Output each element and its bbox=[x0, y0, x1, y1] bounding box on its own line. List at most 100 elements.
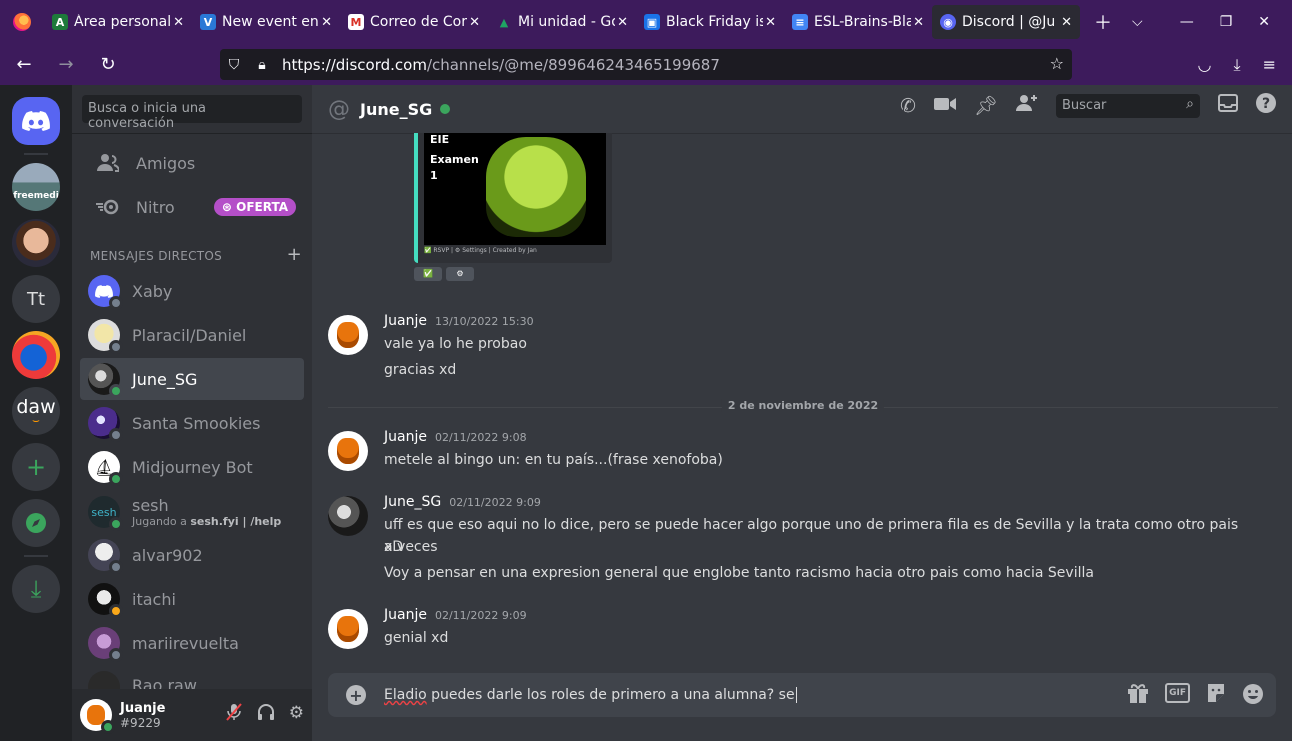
emoji-picker-icon[interactable] bbox=[1242, 683, 1264, 710]
dm-item[interactable]: sesh sesh Jugando a sesh.fyi | /help bbox=[80, 490, 304, 534]
avatar[interactable] bbox=[328, 315, 368, 355]
close-tab-icon[interactable]: ✕ bbox=[617, 15, 628, 30]
close-tab-icon[interactable]: ✕ bbox=[913, 15, 924, 30]
dm-name: itachi bbox=[132, 589, 176, 609]
server-among-us[interactable] bbox=[12, 331, 60, 379]
browser-tab[interactable]: ▲ Mi unidad - Go ✕ bbox=[488, 0, 636, 44]
message-author[interactable]: Juanje bbox=[384, 607, 427, 623]
avatar[interactable] bbox=[328, 496, 368, 536]
server-tt[interactable]: Tt bbox=[12, 275, 60, 323]
user-avatar[interactable] bbox=[80, 699, 115, 734]
explore-servers-icon[interactable] bbox=[12, 499, 60, 547]
friends-nav-item[interactable]: Amigos bbox=[80, 142, 304, 184]
browser-tab[interactable]: A Área personal ✕ bbox=[44, 0, 192, 44]
browser-tab[interactable]: V New event en ✕ bbox=[192, 0, 340, 44]
dm-item[interactable]: ⛵︎ Midjourney Bot bbox=[80, 446, 304, 488]
nitro-nav-item[interactable]: Nitro ⊛ OFERTA bbox=[80, 186, 304, 228]
settings-button[interactable]: ⚙ bbox=[446, 267, 474, 281]
message-input[interactable]: Eladio puedes darle los roles de primero… bbox=[384, 687, 797, 703]
bookmark-star-icon[interactable]: ☆ bbox=[1050, 54, 1064, 73]
browser-tab[interactable]: ≡ ESL-Brains-Bla ✕ bbox=[784, 0, 932, 44]
message-composer[interactable]: + Eladio puedes darle los roles de prime… bbox=[328, 673, 1276, 717]
dm-name: mariirevuelta bbox=[132, 633, 239, 653]
dm-item[interactable]: mariirevuelta bbox=[80, 622, 304, 664]
tab-title: New event en bbox=[222, 14, 319, 30]
dm-item[interactable]: itachi bbox=[80, 578, 304, 620]
list-all-tabs-icon[interactable]: ⌵ bbox=[1132, 14, 1143, 30]
dm-search-input[interactable]: Busca o inicia una conversación bbox=[82, 95, 302, 131]
new-tab-icon[interactable]: ＋ bbox=[1094, 9, 1112, 35]
dm-item[interactable]: Xaby bbox=[80, 270, 304, 312]
gift-icon[interactable] bbox=[1127, 683, 1149, 710]
avatar[interactable] bbox=[328, 609, 368, 649]
dm-name: sesh bbox=[132, 496, 169, 515]
video-call-icon[interactable] bbox=[933, 95, 956, 117]
close-tab-icon[interactable]: ✕ bbox=[469, 15, 480, 30]
download-apps-icon[interactable]: ⤓ bbox=[12, 565, 60, 613]
status-indicator bbox=[109, 296, 123, 310]
close-tab-icon[interactable]: ✕ bbox=[321, 15, 332, 30]
sticker-picker-icon[interactable] bbox=[1206, 683, 1226, 710]
close-window-icon[interactable]: ✕ bbox=[1258, 14, 1270, 30]
server-tt-label: Tt bbox=[26, 288, 46, 310]
message-author[interactable]: Juanje bbox=[384, 429, 427, 445]
discord-home-icon[interactable] bbox=[12, 97, 60, 145]
dm-item[interactable]: Plaracil/Daniel bbox=[80, 314, 304, 356]
message-timestamp: 02/11/2022 9:09 bbox=[434, 609, 527, 622]
pocket-icon[interactable]: ◡ bbox=[1198, 55, 1212, 74]
pinned-messages-icon[interactable]: 📌︎ bbox=[974, 94, 998, 117]
shield-icon[interactable]: ⛉ bbox=[220, 57, 248, 73]
add-server-icon[interactable]: + bbox=[12, 443, 60, 491]
app-menu-icon[interactable]: ≡ bbox=[1263, 55, 1276, 74]
browser-tab[interactable]: M Correo de Cor ✕ bbox=[340, 0, 488, 44]
docs-favicon-icon: ≡ bbox=[792, 14, 808, 30]
server-freemedia[interactable]: freemedi bbox=[12, 163, 60, 211]
avatar[interactable] bbox=[328, 431, 368, 471]
message-author[interactable]: June_SG bbox=[384, 494, 441, 510]
close-tab-icon[interactable]: ✕ bbox=[1061, 15, 1072, 30]
gif-picker-icon[interactable]: GIF bbox=[1165, 683, 1190, 703]
url-bar[interactable]: ⛉ 🔒︎ https://discord.com/channels/@me/89… bbox=[220, 49, 1072, 80]
close-tab-icon[interactable]: ✕ bbox=[173, 15, 184, 30]
create-dm-icon[interactable]: + bbox=[287, 244, 302, 265]
voice-call-icon[interactable]: ✆ bbox=[900, 95, 916, 117]
chat-search-input[interactable]: Buscar ⌕ bbox=[1056, 93, 1200, 118]
message-author[interactable]: Juanje bbox=[384, 313, 427, 329]
browser-tab-active[interactable]: ◉ Discord | @Ju ✕ bbox=[932, 5, 1080, 39]
message-text: vale ya lo he probao bbox=[384, 336, 527, 352]
headphones-icon[interactable] bbox=[257, 703, 275, 726]
server-avatar-man[interactable] bbox=[12, 219, 60, 267]
avatar bbox=[88, 275, 123, 310]
server-daw[interactable]: daw ⌣ bbox=[12, 387, 60, 435]
avatar bbox=[88, 671, 120, 689]
back-icon[interactable]: ← bbox=[6, 47, 42, 83]
mute-microphone-icon[interactable] bbox=[225, 703, 243, 726]
rsvp-button[interactable]: ✅ bbox=[414, 267, 442, 281]
maximize-icon[interactable]: ❐ bbox=[1220, 14, 1233, 30]
add-friends-to-dm-icon[interactable] bbox=[1016, 94, 1038, 117]
lock-icon[interactable]: 🔒︎ bbox=[248, 57, 276, 73]
tab-title: Black Friday is bbox=[666, 14, 764, 30]
dm-item[interactable]: Rao raw bbox=[80, 666, 304, 689]
help-icon[interactable]: ? bbox=[1256, 93, 1276, 118]
downloads-icon[interactable]: ⤓ bbox=[1234, 55, 1241, 75]
close-tab-icon[interactable]: ✕ bbox=[765, 15, 776, 30]
discord-favicon-icon: ◉ bbox=[940, 14, 956, 30]
forward-icon[interactable]: → bbox=[48, 47, 84, 83]
message-timestamp: 02/11/2022 9:09 bbox=[449, 496, 541, 509]
browser-tab[interactable]: ▣ Black Friday is ✕ bbox=[636, 0, 784, 44]
inbox-icon[interactable] bbox=[1218, 94, 1238, 117]
minimize-icon[interactable]: — bbox=[1180, 14, 1194, 30]
dm-item[interactable]: Santa Smookies bbox=[80, 402, 304, 444]
url-path: /channels/@me/899646243465199687 bbox=[426, 55, 720, 74]
upload-attachment-icon[interactable]: + bbox=[346, 685, 366, 705]
dm-item[interactable]: alvar902 bbox=[80, 534, 304, 576]
gmail-favicon-icon: M bbox=[348, 14, 364, 30]
user-panel: Juanje #9229 ⚙ bbox=[72, 689, 312, 741]
embed-image: EIE Examen 1 bbox=[424, 133, 606, 245]
message-timestamp: 13/10/2022 15:30 bbox=[434, 315, 534, 328]
settings-gear-icon[interactable]: ⚙ bbox=[289, 703, 304, 726]
firefox-menu-icon[interactable] bbox=[0, 0, 44, 44]
dm-item-active[interactable]: June_SG bbox=[80, 358, 304, 400]
reload-icon[interactable]: ↻ bbox=[90, 47, 126, 83]
